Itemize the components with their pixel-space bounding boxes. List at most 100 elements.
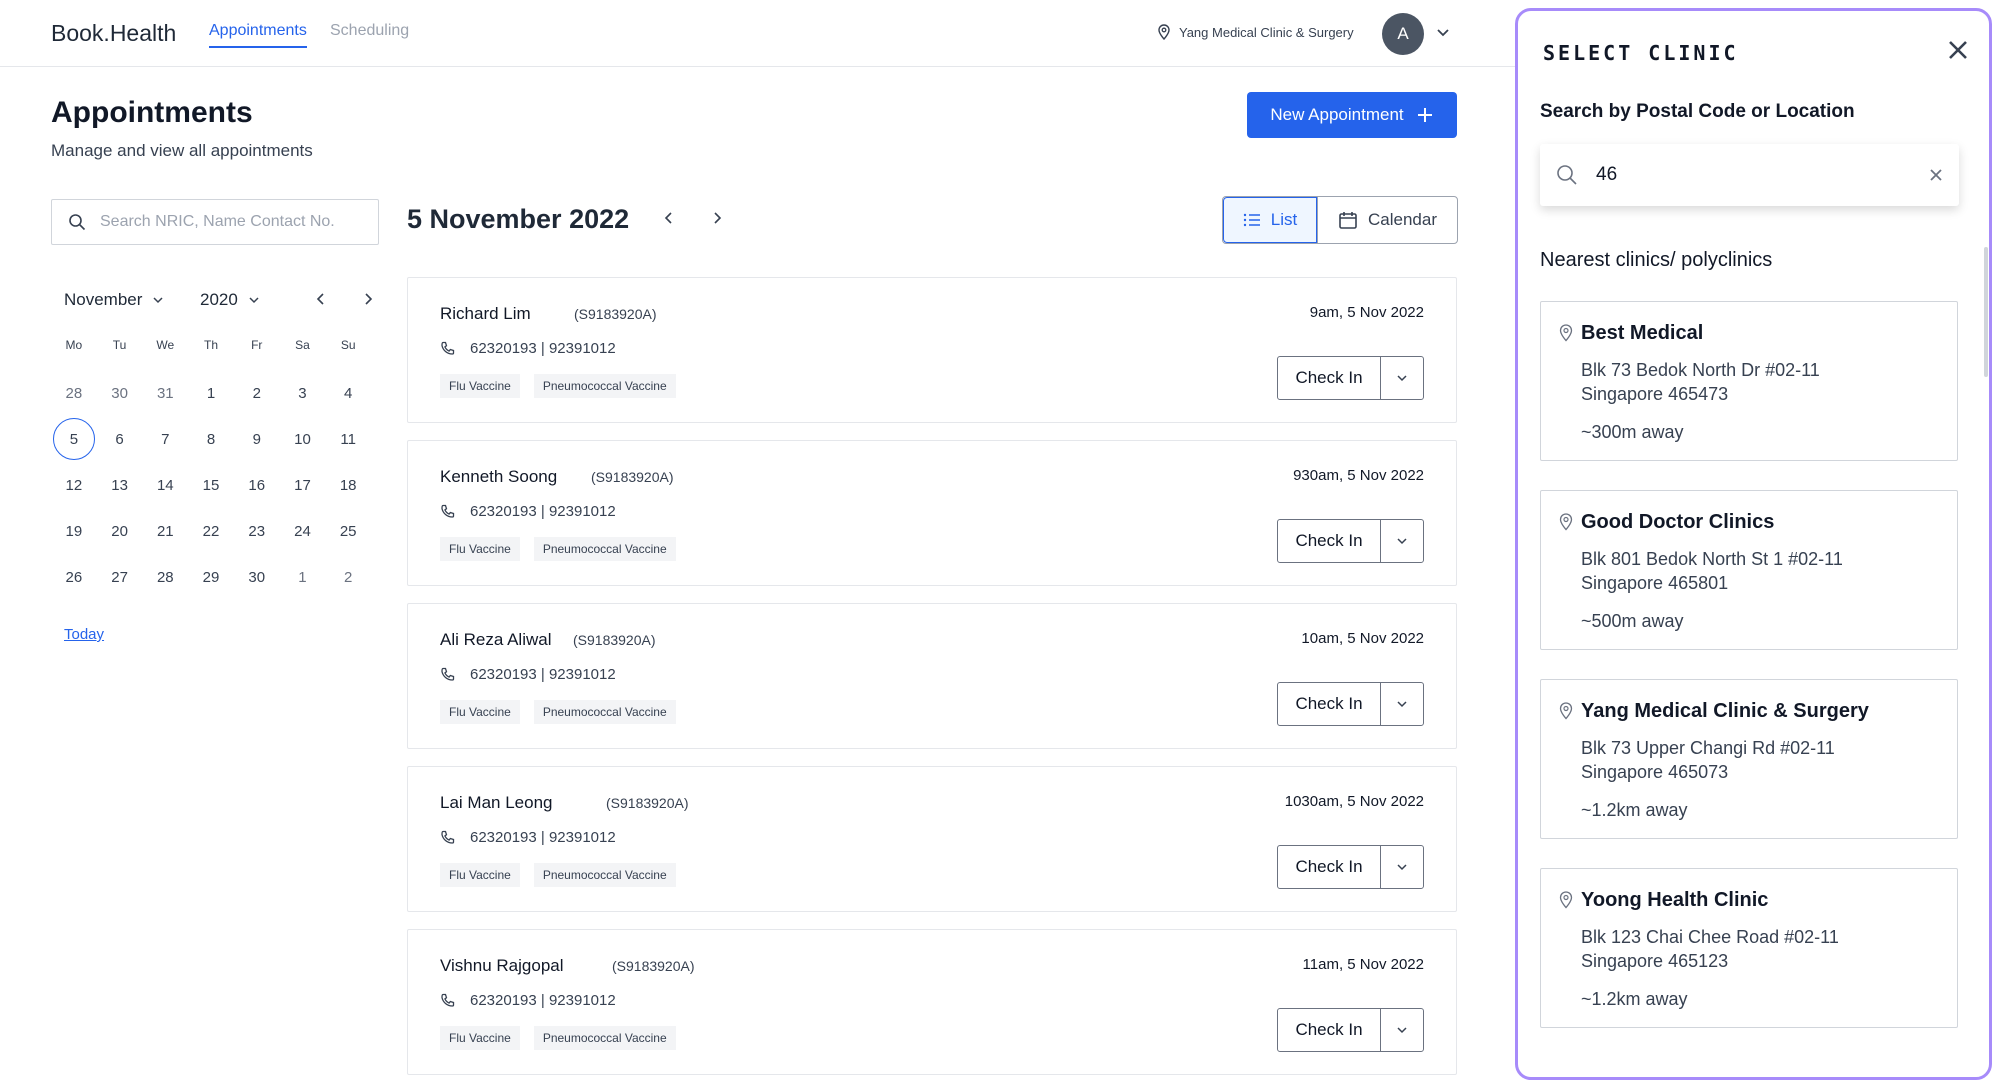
appointment-card[interactable]: Lai Man Leong (S9183920A) 62320193 | 923… [407,766,1457,912]
calendar-day[interactable]: 15 [188,464,234,506]
location-pin-icon [1559,702,1573,720]
new-appointment-button[interactable]: New Appointment [1247,92,1457,138]
chevron-down-icon[interactable] [1435,24,1451,45]
calendar-day[interactable]: 8 [188,418,234,460]
calendar-day[interactable]: 21 [142,510,188,552]
check-in-menu-button[interactable] [1381,1009,1423,1051]
clinic-selector[interactable]: Yang Medical Clinic & Surgery [1157,24,1354,40]
check-in-menu-button[interactable] [1381,846,1423,888]
patient-phone: 62320193 | 92391012 [440,666,616,683]
tab-scheduling[interactable]: Scheduling [330,22,409,46]
patient-nric: (S9183920A) [573,632,656,648]
calendar-day[interactable]: 24 [280,510,326,552]
today-link[interactable]: Today [64,626,104,643]
appointment-card[interactable]: Vishnu Rajgopal (S9183920A) 62320193 | 9… [407,929,1457,1075]
calendar-day[interactable]: 1 [280,556,326,598]
tab-appointments[interactable]: Appointments [209,22,307,48]
chevron-left-icon [664,212,672,224]
chevron-right-icon [714,212,722,224]
calendar-day[interactable]: 19 [51,510,97,552]
app-logo[interactable]: Book.Health [51,20,176,47]
calendar-day[interactable]: 13 [97,464,143,506]
calendar-day[interactable]: 23 [234,510,280,552]
calendar-day[interactable]: 22 [188,510,234,552]
service-tag: Pneumococcal Vaccine [533,700,676,724]
patient-nric: (S9183920A) [574,306,657,322]
close-button[interactable] [1947,39,1969,66]
calendar-day[interactable]: 3 [280,372,326,414]
check-in-button[interactable]: Check In [1278,846,1381,888]
calendar-day[interactable]: 30 [234,556,280,598]
calendar-day[interactable]: 28 [142,556,188,598]
prev-date-button[interactable] [662,210,676,231]
list-view-button[interactable]: List [1223,197,1317,243]
clinic-card[interactable]: Good Doctor Clinics Blk 801 Bedok North … [1540,490,1958,650]
patient-phone: 62320193 | 92391012 [440,340,616,357]
calendar-day[interactable]: 1 [188,372,234,414]
appointment-card[interactable]: Richard Lim (S9183920A) 62320193 | 92391… [407,277,1457,423]
calendar-prev-button[interactable] [314,291,328,312]
calendar-day[interactable]: 16 [234,464,280,506]
calendar-day[interactable]: 4 [325,372,371,414]
clinic-address: Blk 123 Chai Chee Road #02-11 [1581,927,1839,947]
calendar-next-button[interactable] [361,291,375,312]
check-in-group: Check In [1277,845,1424,889]
calendar-day[interactable]: 27 [97,556,143,598]
search-icon [69,214,86,231]
calendar-day[interactable]: 28 [51,372,97,414]
calendar-day[interactable]: 10 [280,418,326,460]
calendar-day[interactable]: 11 [325,418,371,460]
check-in-menu-button[interactable] [1381,683,1423,725]
calendar-day[interactable]: 6 [97,418,143,460]
calendar-day[interactable]: 20 [97,510,143,552]
chevron-down-icon [1397,538,1407,545]
search-box[interactable] [51,199,379,245]
calendar-day[interactable]: 17 [280,464,326,506]
phone-numbers: 62320193 | 92391012 [470,829,616,846]
panel-scrollbar[interactable] [1984,247,1988,377]
clinic-card[interactable]: Yoong Health Clinic Blk 123 Chai Chee Ro… [1540,868,1958,1028]
check-in-button[interactable]: Check In [1278,357,1381,399]
calendar-day[interactable]: 30 [97,372,143,414]
clear-icon[interactable] [1929,168,1943,182]
month-select[interactable]: November [64,290,164,310]
calendar-week: 19 20 21 22 23 24 25 [51,508,371,554]
check-in-button[interactable]: Check In [1278,683,1381,725]
location-pin-icon [1559,891,1573,909]
appointment-card[interactable]: Ali Reza Aliwal (S9183920A) 62320193 | 9… [407,603,1457,749]
calendar-day[interactable]: 2 [234,372,280,414]
clinic-search-box[interactable] [1540,144,1959,206]
check-in-button[interactable]: Check In [1278,520,1381,562]
year-label: 2020 [200,290,238,309]
calendar-day[interactable]: 26 [51,556,97,598]
calendar-day-selected[interactable]: 5 [51,418,97,460]
next-date-button[interactable] [710,210,724,231]
calendar-day[interactable]: 7 [142,418,188,460]
check-in-group: Check In [1277,1008,1424,1052]
calendar-day[interactable]: 18 [325,464,371,506]
clinic-distance: ~300m away [1581,422,1684,442]
appointment-card[interactable]: Kenneth Soong (S9183920A) 62320193 | 923… [407,440,1457,586]
calendar-day[interactable]: 29 [188,556,234,598]
calendar-day[interactable]: 9 [234,418,280,460]
patient-name: Vishnu Rajgopal [440,956,564,975]
year-select[interactable]: 2020 [200,290,260,310]
appointment-time: 11am, 5 Nov 2022 [1302,956,1424,973]
check-in-menu-button[interactable] [1381,357,1423,399]
calendar-day[interactable]: 31 [142,372,188,414]
calendar-day[interactable]: 12 [51,464,97,506]
calendar-day[interactable]: 2 [325,556,371,598]
search-input[interactable] [98,212,362,232]
calendar-day[interactable]: 14 [142,464,188,506]
patient-nric: (S9183920A) [591,469,674,485]
calendar-view-button[interactable]: Calendar [1317,197,1457,243]
clinic-search-input[interactable] [1594,163,1918,187]
check-in-button[interactable]: Check In [1278,1009,1381,1051]
chevron-down-icon [1397,1027,1407,1034]
month-label: November [64,290,143,309]
calendar-day[interactable]: 25 [325,510,371,552]
clinic-card[interactable]: Best Medical Blk 73 Bedok North Dr #02-1… [1540,301,1958,461]
check-in-menu-button[interactable] [1381,520,1423,562]
avatar[interactable]: A [1382,13,1424,55]
clinic-card[interactable]: Yang Medical Clinic & Surgery Blk 73 Upp… [1540,679,1958,839]
